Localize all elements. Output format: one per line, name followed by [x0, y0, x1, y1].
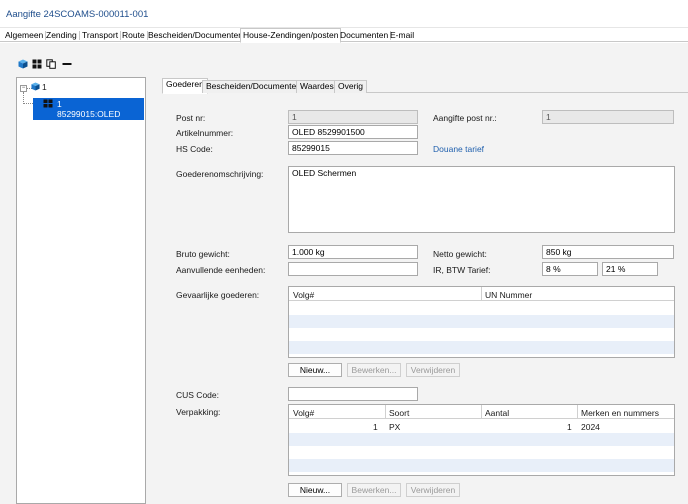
column-header-soort[interactable]: Soort: [389, 408, 409, 418]
window-titlebar: Aangifte 24SCOAMS-000011-001: [0, 0, 688, 28]
post-tree[interactable]: − 1 1 85299015:OLED Schermen: [16, 77, 146, 504]
column-divider[interactable]: [577, 405, 578, 419]
gevaarlijke-goederen-grid[interactable]: Volg# UN Nummer: [288, 286, 675, 358]
copy-icon[interactable]: [46, 59, 56, 69]
tree-connector: [24, 103, 33, 104]
goederen-panel: Goederen Bescheiden/Documenten Waardes O…: [158, 77, 688, 504]
tab-sub-bescheiden-documenten[interactable]: Bescheiden/Documenten: [202, 80, 305, 93]
tab-route[interactable]: Route: [120, 29, 148, 42]
table-row-empty: [289, 328, 674, 341]
cus-code-field[interactable]: [288, 387, 418, 401]
table-row-empty: [289, 459, 674, 472]
tree-root-label[interactable]: 1: [42, 82, 47, 92]
tab-bescheiden-documenten[interactable]: Bescheiden/Documenten: [146, 29, 246, 42]
tab-algemeen[interactable]: Algemeen: [3, 29, 47, 42]
hs-code-field[interactable]: 85299015: [288, 141, 418, 155]
bruto-gewicht-field[interactable]: 1.000 kg: [288, 245, 418, 259]
douane-tarief-link[interactable]: Douane tarief: [433, 144, 484, 154]
window-title: Aangifte 24SCOAMS-000011-001: [6, 9, 149, 20]
table-row-empty: [289, 446, 674, 459]
aanvullende-eenheden-label: Aanvullende eenheden:: [176, 265, 266, 275]
tab-goederen[interactable]: Goederen: [162, 78, 208, 94]
tab-house-zendingen-posten[interactable]: House-Zendingen/posten: [240, 28, 342, 43]
grid-icon: [43, 99, 53, 108]
nieuw-button[interactable]: Nieuw...: [288, 363, 342, 377]
tab-waardes[interactable]: Waardes: [296, 80, 338, 93]
goederenomschrijving-label: Goederenomschrijving:: [176, 169, 264, 179]
column-divider[interactable]: [481, 287, 482, 301]
verwijderen-button[interactable]: Verwijderen: [406, 363, 460, 377]
table-row-empty: [289, 302, 674, 315]
verpakking-grid[interactable]: Volg# Soort Aantal Merken en nummers 1 P…: [288, 404, 675, 476]
table-row-empty: [289, 433, 674, 446]
post-nr-label: Post nr:: [176, 113, 206, 123]
tab-documenten[interactable]: Documenten: [338, 29, 392, 42]
verwijderen-button[interactable]: Verwijderen: [406, 483, 460, 497]
aangifte-post-field[interactable]: 1: [542, 110, 674, 124]
table-row-empty: [289, 315, 674, 328]
column-header-volg[interactable]: Volg#: [293, 408, 314, 418]
nieuw-button[interactable]: Nieuw...: [288, 483, 342, 497]
gevaarlijke-goederen-label: Gevaarlijke goederen:: [176, 290, 260, 300]
ir-btw-tarief-label: IR, BTW Tarief:: [433, 265, 491, 275]
cell-volg: 1: [373, 422, 378, 432]
cube-icon[interactable]: [18, 59, 28, 69]
bewerken-button[interactable]: Bewerken...: [347, 363, 401, 377]
sub-tab-bar: Goederen Bescheiden/Documenten Waardes O…: [162, 78, 688, 94]
hs-code-label: HS Code:: [176, 144, 213, 154]
verpakking-label: Verpakking:: [176, 407, 221, 417]
tab-zending[interactable]: Zending: [44, 29, 80, 42]
tree-item-selected[interactable]: 1 85299015:OLED Schermen: [33, 98, 144, 129]
grid-header: Volg# Soort Aantal Merken en nummers: [289, 405, 674, 419]
bewerken-button[interactable]: Bewerken...: [347, 483, 401, 497]
cube-icon: [31, 82, 40, 91]
cell-soort: PX: [389, 422, 401, 432]
post-nr-field[interactable]: 1: [288, 110, 418, 124]
netto-gewicht-label: Netto gewicht:: [433, 249, 487, 259]
tree-item-label: 85299015:OLED Schermen: [57, 109, 121, 129]
table-row-empty: [289, 341, 674, 354]
cus-code-label: CUS Code:: [176, 390, 219, 400]
column-divider[interactable]: [481, 405, 482, 419]
column-header-volg[interactable]: Volg#: [293, 290, 314, 300]
tab-e-mail[interactable]: E-mail: [388, 29, 416, 42]
bruto-gewicht-label: Bruto gewicht:: [176, 249, 230, 259]
column-header-merken-en-nummers[interactable]: Merken en nummers: [581, 408, 659, 418]
column-header-un-nummer[interactable]: UN Nummer: [485, 290, 532, 300]
content-area: − 1 1 85299015:OLED Schermen Goederen Be…: [0, 43, 688, 504]
cell-aantal: 1: [567, 422, 572, 432]
artikelnummer-label: Artikelnummer:: [176, 128, 234, 138]
column-header-aantal[interactable]: Aantal: [485, 408, 509, 418]
tree-collapse-toggle[interactable]: −: [20, 85, 27, 92]
aanvullende-eenheden-field[interactable]: [288, 262, 418, 276]
tree-item-number: 1: [57, 99, 62, 109]
tab-overig[interactable]: Overig: [334, 80, 368, 93]
cell-merken: 2024: [581, 422, 600, 432]
aangifte-post-label: Aangifte post nr.:: [433, 113, 497, 123]
goederenomschrijving-field[interactable]: OLED Schermen: [288, 166, 675, 233]
artikelnummer-field[interactable]: OLED 8529901500: [288, 125, 418, 139]
grid-icon[interactable]: [32, 59, 42, 69]
ir-tarief-field[interactable]: 8 %: [542, 262, 598, 276]
tab-transport[interactable]: Transport: [80, 29, 122, 42]
btw-tarief-field[interactable]: 21 %: [602, 262, 658, 276]
grid-header: Volg# UN Nummer: [289, 287, 674, 301]
main-tab-bar: Algemeen Zending Transport Route Beschei…: [0, 28, 688, 43]
netto-gewicht-field[interactable]: 850 kg: [542, 245, 674, 259]
minus-icon[interactable]: [62, 59, 72, 69]
column-divider[interactable]: [385, 405, 386, 419]
table-row[interactable]: 1 PX 1 2024: [289, 420, 674, 433]
